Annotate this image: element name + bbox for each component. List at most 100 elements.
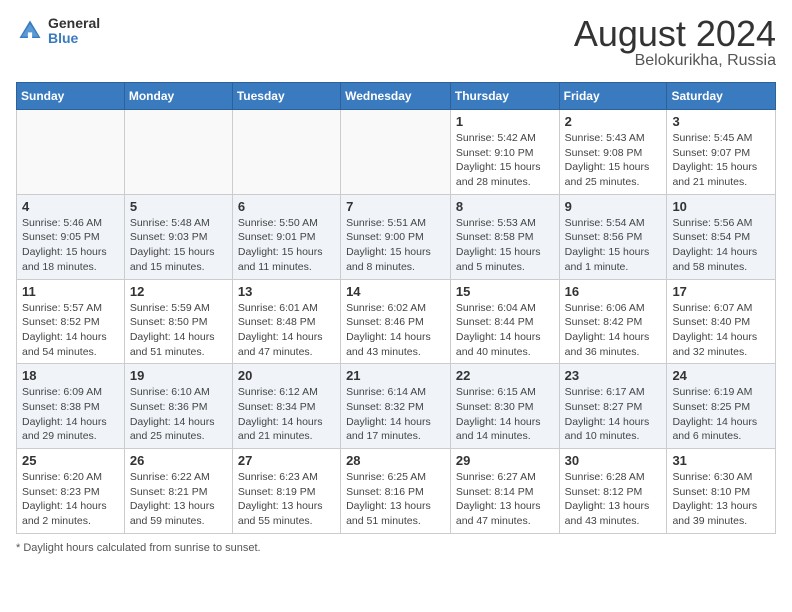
day-info: Sunrise: 6:23 AM Sunset: 8:19 PM Dayligh… [238, 470, 335, 529]
day-info: Sunrise: 6:27 AM Sunset: 8:14 PM Dayligh… [456, 470, 554, 529]
day-info: Sunrise: 5:45 AM Sunset: 9:07 PM Dayligh… [672, 131, 770, 190]
calendar-cell: 5Sunrise: 5:48 AM Sunset: 9:03 PM Daylig… [124, 194, 232, 279]
calendar-cell: 31 Sunrise: 6:30 AM Sunset: 8:10 PM Dayli… [667, 449, 776, 534]
weekday-header: Tuesday [232, 83, 340, 110]
day-number: 6 [238, 199, 335, 214]
day-number: 28 [346, 453, 445, 468]
day-number: 11 [22, 284, 119, 299]
day-number: 13 [238, 284, 335, 299]
footer-note: * Daylight hours calculated from sunrise… [16, 542, 776, 554]
day-number: 3 [672, 114, 770, 129]
day-info: Sunrise: 5:42 AM Sunset: 9:10 PM Dayligh… [456, 131, 554, 190]
calendar-cell: 11 Sunrise: 5:57 AM Sunset: 8:52 PM Dayli… [17, 279, 125, 364]
day-number: 22 [456, 368, 554, 383]
day-number: 1 [456, 114, 554, 129]
calendar-cell: 23 Sunrise: 6:17 AM Sunset: 8:27 PM Dayli… [559, 364, 667, 449]
day-info: Sunrise: 6:09 AM Sunset: 8:38 PM Dayligh… [22, 385, 119, 444]
footer-text: Daylight hours [23, 542, 93, 554]
day-number: 26 [130, 453, 227, 468]
calendar-week-row: 11 Sunrise: 5:57 AM Sunset: 8:52 PM Dayli… [17, 279, 776, 364]
calendar-header: SundayMondayTuesdayWednesdayThursdayFrid… [17, 83, 776, 110]
day-info: Sunrise: 6:25 AM Sunset: 8:16 PM Dayligh… [346, 470, 445, 529]
logo: General Blue [16, 16, 100, 47]
calendar-cell: 14 Sunrise: 6:02 AM Sunset: 8:46 PM Dayli… [341, 279, 451, 364]
day-info: Sunrise: 6:20 AM Sunset: 8:23 PM Dayligh… [22, 470, 119, 529]
day-info: Sunrise: 5:50 AM Sunset: 9:01 PM Dayligh… [238, 216, 335, 275]
day-info: Sunrise: 6:14 AM Sunset: 8:32 PM Dayligh… [346, 385, 445, 444]
calendar-cell: 25 Sunrise: 6:20 AM Sunset: 8:23 PM Dayli… [17, 449, 125, 534]
day-info: Sunrise: 6:04 AM Sunset: 8:44 PM Dayligh… [456, 301, 554, 360]
weekday-header: Thursday [450, 83, 559, 110]
day-info: Sunrise: 5:57 AM Sunset: 8:52 PM Dayligh… [22, 301, 119, 360]
day-info: Sunrise: 6:02 AM Sunset: 8:46 PM Dayligh… [346, 301, 445, 360]
day-info: Sunrise: 6:22 AM Sunset: 8:21 PM Dayligh… [130, 470, 227, 529]
day-number: 30 [565, 453, 662, 468]
day-info: Sunrise: 6:07 AM Sunset: 8:40 PM Dayligh… [672, 301, 770, 360]
day-number: 12 [130, 284, 227, 299]
day-info: Sunrise: 6:19 AM Sunset: 8:25 PM Dayligh… [672, 385, 770, 444]
calendar-cell: 17 Sunrise: 6:07 AM Sunset: 8:40 PM Dayli… [667, 279, 776, 364]
calendar-table: SundayMondayTuesdayWednesdayThursdayFrid… [16, 82, 776, 534]
weekday-row: SundayMondayTuesdayWednesdayThursdayFrid… [17, 83, 776, 110]
calendar-week-row: 25 Sunrise: 6:20 AM Sunset: 8:23 PM Dayli… [17, 449, 776, 534]
day-number: 16 [565, 284, 662, 299]
calendar-week-row: 18Sunrise: 6:09 AM Sunset: 8:38 PM Dayli… [17, 364, 776, 449]
day-info: Sunrise: 6:01 AM Sunset: 8:48 PM Dayligh… [238, 301, 335, 360]
day-number: 7 [346, 199, 445, 214]
calendar-cell: 27 Sunrise: 6:23 AM Sunset: 8:19 PM Dayli… [232, 449, 340, 534]
calendar-cell: 3 Sunrise: 5:45 AM Sunset: 9:07 PM Daylig… [667, 110, 776, 195]
logo-line2: Blue [48, 31, 100, 46]
calendar-cell: 19 Sunrise: 6:10 AM Sunset: 8:36 PM Dayli… [124, 364, 232, 449]
page-title: August 2024 [574, 16, 776, 52]
weekday-header: Wednesday [341, 83, 451, 110]
day-info: Sunrise: 5:59 AM Sunset: 8:50 PM Dayligh… [130, 301, 227, 360]
calendar-cell: 22 Sunrise: 6:15 AM Sunset: 8:30 PM Dayli… [450, 364, 559, 449]
day-number: 15 [456, 284, 554, 299]
calendar-week-row: 4Sunrise: 5:46 AM Sunset: 9:05 PM Daylig… [17, 194, 776, 279]
calendar-cell: 16Sunrise: 6:06 AM Sunset: 8:42 PM Dayli… [559, 279, 667, 364]
day-info: Sunrise: 5:51 AM Sunset: 9:00 PM Dayligh… [346, 216, 445, 275]
day-number: 31 [672, 453, 770, 468]
day-number: 14 [346, 284, 445, 299]
calendar-cell: 8 Sunrise: 5:53 AM Sunset: 8:58 PM Daylig… [450, 194, 559, 279]
day-info: Sunrise: 5:53 AM Sunset: 8:58 PM Dayligh… [456, 216, 554, 275]
calendar-cell: 30 Sunrise: 6:28 AM Sunset: 8:12 PM Dayli… [559, 449, 667, 534]
day-number: 8 [456, 199, 554, 214]
day-number: 9 [565, 199, 662, 214]
day-info: Sunrise: 5:46 AM Sunset: 9:05 PM Dayligh… [22, 216, 119, 275]
calendar-cell: 12 Sunrise: 5:59 AM Sunset: 8:50 PM Dayli… [124, 279, 232, 364]
day-number: 20 [238, 368, 335, 383]
calendar-body: 1 Sunrise: 5:42 AM Sunset: 9:10 PM Daylig… [17, 110, 776, 534]
day-info: Sunrise: 6:28 AM Sunset: 8:12 PM Dayligh… [565, 470, 662, 529]
calendar-cell: 29Sunrise: 6:27 AM Sunset: 8:14 PM Dayli… [450, 449, 559, 534]
day-number: 17 [672, 284, 770, 299]
day-number: 27 [238, 453, 335, 468]
calendar-week-row: 1 Sunrise: 5:42 AM Sunset: 9:10 PM Daylig… [17, 110, 776, 195]
calendar-cell: 15 Sunrise: 6:04 AM Sunset: 8:44 PM Dayli… [450, 279, 559, 364]
calendar-cell: 10Sunrise: 5:56 AM Sunset: 8:54 PM Dayli… [667, 194, 776, 279]
calendar-cell [17, 110, 125, 195]
calendar-cell: 4Sunrise: 5:46 AM Sunset: 9:05 PM Daylig… [17, 194, 125, 279]
day-info: Sunrise: 6:30 AM Sunset: 8:10 PM Dayligh… [672, 470, 770, 529]
day-number: 21 [346, 368, 445, 383]
calendar-cell: 18Sunrise: 6:09 AM Sunset: 8:38 PM Dayli… [17, 364, 125, 449]
day-info: Sunrise: 6:10 AM Sunset: 8:36 PM Dayligh… [130, 385, 227, 444]
calendar-cell [341, 110, 451, 195]
day-number: 2 [565, 114, 662, 129]
weekday-header: Sunday [17, 83, 125, 110]
page-subtitle: Belokurikha, Russia [574, 52, 776, 70]
title-block: August 2024 Belokurikha, Russia [574, 16, 776, 70]
day-number: 23 [565, 368, 662, 383]
day-info: Sunrise: 5:54 AM Sunset: 8:56 PM Dayligh… [565, 216, 662, 275]
page-header: General Blue August 2024 Belokurikha, Ru… [16, 16, 776, 70]
day-info: Sunrise: 6:15 AM Sunset: 8:30 PM Dayligh… [456, 385, 554, 444]
day-number: 25 [22, 453, 119, 468]
day-info: Sunrise: 6:17 AM Sunset: 8:27 PM Dayligh… [565, 385, 662, 444]
day-number: 19 [130, 368, 227, 383]
day-info: Sunrise: 5:56 AM Sunset: 8:54 PM Dayligh… [672, 216, 770, 275]
weekday-header: Saturday [667, 83, 776, 110]
day-info: Sunrise: 6:12 AM Sunset: 8:34 PM Dayligh… [238, 385, 335, 444]
calendar-cell [124, 110, 232, 195]
calendar-cell: 20 Sunrise: 6:12 AM Sunset: 8:34 PM Dayli… [232, 364, 340, 449]
calendar-cell: 1 Sunrise: 5:42 AM Sunset: 9:10 PM Daylig… [450, 110, 559, 195]
